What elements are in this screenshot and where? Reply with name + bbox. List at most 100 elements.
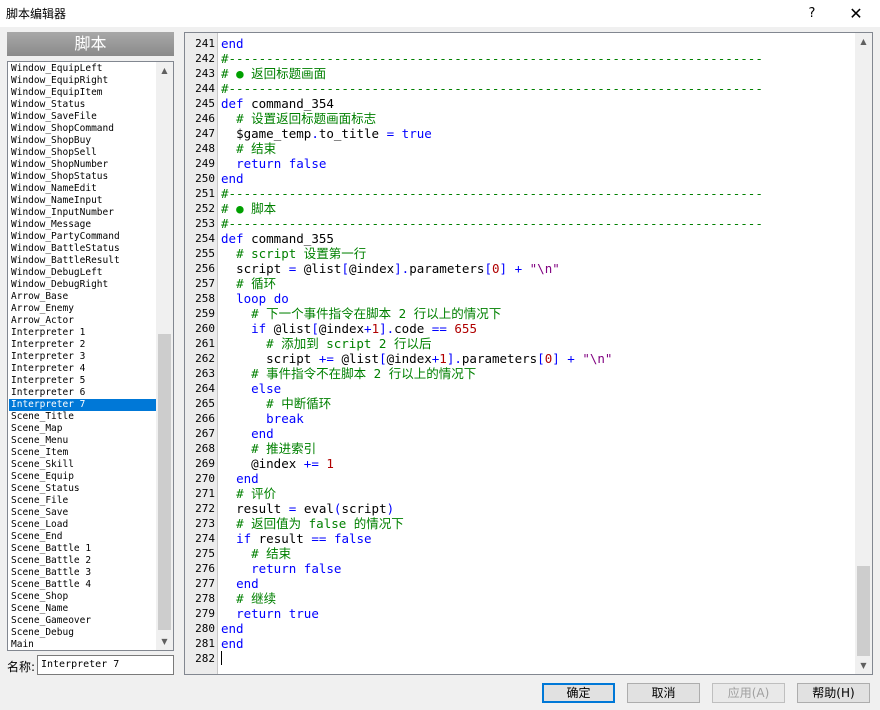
script-list-item[interactable]: Scene_Equip: [9, 471, 157, 483]
code-line[interactable]: 272 result = eval(script): [185, 501, 855, 516]
code-line[interactable]: 265 # 中断循环: [185, 396, 855, 411]
code-line[interactable]: 261 # 添加到 script 2 行以后: [185, 336, 855, 351]
help-button[interactable]: 帮助(H): [797, 683, 870, 703]
script-list-item[interactable]: Scene_Item: [9, 447, 157, 459]
script-list-item[interactable]: Scene_File: [9, 495, 157, 507]
script-list-item[interactable]: Scene_Battle 3: [9, 567, 157, 579]
code-line[interactable]: 278 # 继续: [185, 591, 855, 606]
script-list-item[interactable]: Window_DebugLeft: [9, 267, 157, 279]
script-list-item[interactable]: Scene_Battle 4: [9, 579, 157, 591]
script-list-item[interactable]: Interpreter 1: [9, 327, 157, 339]
code-line[interactable]: 281 end: [185, 636, 855, 651]
code-line[interactable]: 244 #------------------------------------…: [185, 81, 855, 96]
code-line[interactable]: 264 else: [185, 381, 855, 396]
code-line[interactable]: 280 end: [185, 621, 855, 636]
script-list-item[interactable]: Window_PartyCommand: [9, 231, 157, 243]
script-list-scrollbar[interactable]: ▲ ▼: [156, 62, 173, 650]
script-list-item[interactable]: Window_EquipItem: [9, 87, 157, 99]
code-line[interactable]: 255 # script 设置第一行: [185, 246, 855, 261]
script-list-item[interactable]: Arrow_Base: [9, 291, 157, 303]
script-list-item[interactable]: Window_DebugRight: [9, 279, 157, 291]
close-icon[interactable]: ✕: [836, 0, 876, 27]
code-line[interactable]: 263 # 事件指令不在脚本 2 行以上的情况下: [185, 366, 855, 381]
script-list-item[interactable]: Scene_Gameover: [9, 615, 157, 627]
scroll-up-arrow-icon[interactable]: ▲: [855, 33, 872, 50]
script-list-item[interactable]: Window_BattleResult: [9, 255, 157, 267]
script-list-item[interactable]: Scene_End: [9, 531, 157, 543]
script-list-item[interactable]: Scene_Battle 2: [9, 555, 157, 567]
name-field[interactable]: Interpreter 7: [37, 655, 174, 675]
script-list-item[interactable]: Arrow_Enemy: [9, 303, 157, 315]
code-line[interactable]: 247 $game_temp.to_title = true: [185, 126, 855, 141]
script-list-item[interactable]: Window_NameInput: [9, 195, 157, 207]
code-line[interactable]: 273 # 返回值为 false 的情况下: [185, 516, 855, 531]
script-list-item[interactable]: Window_Status: [9, 99, 157, 111]
code-line[interactable]: 259 # 下一个事件指令在脚本 2 行以上的情况下: [185, 306, 855, 321]
code-line[interactable]: 243 # ● 返回标题画面: [185, 66, 855, 81]
code-line[interactable]: 252 # ● 脚本: [185, 201, 855, 216]
apply-button[interactable]: 应用(A): [712, 683, 785, 703]
script-list-item[interactable]: Window_EquipRight: [9, 75, 157, 87]
script-list-item[interactable]: Scene_Status: [9, 483, 157, 495]
script-list-item[interactable]: Scene_Shop: [9, 591, 157, 603]
code-line[interactable]: 254 def command_355: [185, 231, 855, 246]
cancel-button[interactable]: 取消: [627, 683, 700, 703]
code-line[interactable]: 245 def command_354: [185, 96, 855, 111]
script-list-item[interactable]: Interpreter 3: [9, 351, 157, 363]
code-line[interactable]: 260 if @list[@index+1].code == 655: [185, 321, 855, 336]
code-line[interactable]: 269 @index += 1: [185, 456, 855, 471]
code-line[interactable]: 276 return false: [185, 561, 855, 576]
help-icon[interactable]: ?: [792, 0, 832, 27]
script-list-item[interactable]: Arrow_Actor: [9, 315, 157, 327]
code-line[interactable]: 258 loop do: [185, 291, 855, 306]
script-list-item[interactable]: Window_ShopNumber: [9, 159, 157, 171]
script-list-item[interactable]: Window_ShopBuy: [9, 135, 157, 147]
code-line[interactable]: 268 # 推进索引: [185, 441, 855, 456]
editor-scrollbar[interactable]: ▲ ▼: [855, 33, 872, 674]
script-list-item[interactable]: Window_ShopSell: [9, 147, 157, 159]
ok-button[interactable]: 确定: [542, 683, 615, 703]
code-line[interactable]: 246 # 设置返回标题画面标志: [185, 111, 855, 126]
code-line[interactable]: 251 #------------------------------------…: [185, 186, 855, 201]
code-line[interactable]: 275 # 结束: [185, 546, 855, 561]
code-line[interactable]: 270 end: [185, 471, 855, 486]
scroll-down-arrow-icon[interactable]: ▼: [156, 633, 173, 650]
script-list-item[interactable]: Interpreter 7: [9, 399, 157, 411]
script-list-item[interactable]: Window_InputNumber: [9, 207, 157, 219]
script-list-item[interactable]: Scene_Battle 1: [9, 543, 157, 555]
code-line[interactable]: 277 end: [185, 576, 855, 591]
script-list-item[interactable]: Scene_Title: [9, 411, 157, 423]
code-editor[interactable]: 241 end 242 #------------------------------…: [184, 32, 873, 675]
script-list-item[interactable]: Window_BattleStatus: [9, 243, 157, 255]
code-line[interactable]: 274 if result == false: [185, 531, 855, 546]
script-list-item[interactable]: Interpreter 4: [9, 363, 157, 375]
script-list-item[interactable]: Scene_Map: [9, 423, 157, 435]
code-line[interactable]: 262 script += @list[@index+1].parameters…: [185, 351, 855, 366]
code-line[interactable]: 257 # 循环: [185, 276, 855, 291]
scroll-down-arrow-icon[interactable]: ▼: [855, 657, 872, 674]
code-line[interactable]: 250 end: [185, 171, 855, 186]
script-list-item[interactable]: Window_ShopCommand: [9, 123, 157, 135]
code-line[interactable]: 266 break: [185, 411, 855, 426]
code-line[interactable]: 267 end: [185, 426, 855, 441]
code-line[interactable]: 282: [185, 651, 855, 666]
script-list-item[interactable]: Window_ShopStatus: [9, 171, 157, 183]
script-list-item[interactable]: Scene_Menu: [9, 435, 157, 447]
script-list-item[interactable]: Window_EquipLeft: [9, 63, 157, 75]
scroll-up-arrow-icon[interactable]: ▲: [156, 62, 173, 79]
code-line[interactable]: 253 #------------------------------------…: [185, 216, 855, 231]
script-list-item[interactable]: Scene_Load: [9, 519, 157, 531]
scroll-thumb[interactable]: [158, 334, 171, 630]
scroll-thumb[interactable]: [857, 566, 870, 656]
code-line[interactable]: 249 return false: [185, 156, 855, 171]
script-list-item[interactable]: Interpreter 2: [9, 339, 157, 351]
script-list-item[interactable]: Window_NameEdit: [9, 183, 157, 195]
code-line[interactable]: 256 script = @list[@index].parameters[0]…: [185, 261, 855, 276]
script-list[interactable]: Window_EquipLeft Window_EquipRight Window_…: [7, 61, 174, 651]
script-list-item[interactable]: Scene_Skill: [9, 459, 157, 471]
script-list-item[interactable]: Scene_Debug: [9, 627, 157, 639]
script-list-item[interactable]: Scene_Name: [9, 603, 157, 615]
code-line[interactable]: 242 #------------------------------------…: [185, 51, 855, 66]
code-line[interactable]: 248 # 结束: [185, 141, 855, 156]
script-list-item[interactable]: Window_Message: [9, 219, 157, 231]
